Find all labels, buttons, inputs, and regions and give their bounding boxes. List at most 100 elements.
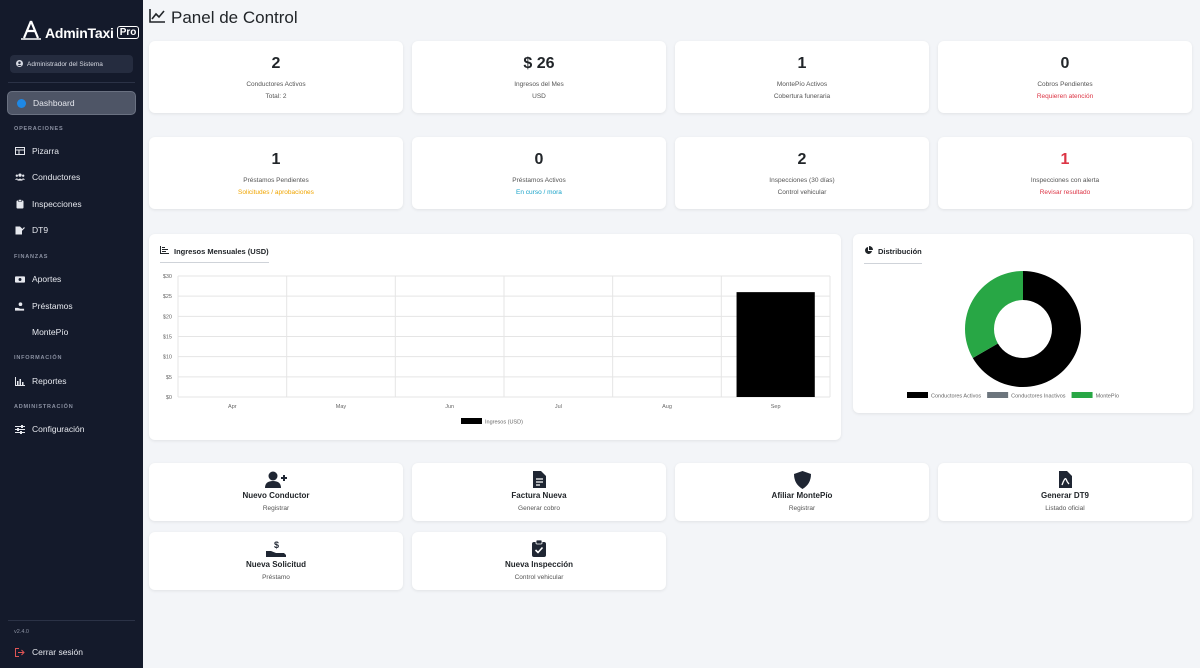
stat-card-inspecciones-alerta[interactable]: 1 Inspecciones con alerta Revisar result… (938, 137, 1192, 209)
user-badge[interactable]: Administrador del Sistema (10, 55, 133, 73)
hand-holding-dollar-icon (15, 301, 25, 311)
y-tick-label: $10 (163, 355, 172, 361)
x-tick-label: Jun (445, 404, 454, 410)
sidebar-item-montepio[interactable]: MontePío (7, 320, 136, 344)
file-invoice-icon (532, 471, 546, 489)
action-generar-dt9[interactable]: Generar DT9 Listado oficial (938, 463, 1192, 521)
bar-sep (736, 292, 815, 397)
chart-line-icon (149, 8, 165, 28)
user-plus-icon (265, 471, 287, 489)
action-sub: Registrar (788, 505, 816, 512)
stat-label: Inspecciones (30 días) (769, 177, 835, 184)
section-operaciones: OPERACIONES (14, 126, 64, 132)
action-sub: Préstamo (262, 574, 290, 581)
page-title-text: Panel de Control (171, 8, 298, 27)
stat-sub: Solicitudes / aprobaciones (238, 189, 314, 196)
stat-label: Préstamos Activos (512, 177, 566, 184)
stat-value: $ 26 (523, 55, 555, 72)
stat-value: 1 (797, 55, 807, 72)
stat-label: Ingresos del Mes (514, 81, 564, 88)
legend-swatch (987, 392, 1009, 398)
x-tick-label: Sep (771, 404, 781, 410)
sidebar-item-aportes[interactable]: Aportes (7, 267, 136, 291)
action-nuevo-conductor[interactable]: Nuevo Conductor Registrar (149, 463, 403, 521)
clipboard-icon (15, 199, 25, 209)
sidebar-item-label: Préstamos (32, 301, 73, 311)
section-administracion: ADMINISTRACIÓN (14, 404, 74, 410)
legend-swatch (1071, 392, 1093, 398)
stat-value: 0 (534, 151, 544, 168)
stat-label: Conductores Activos (246, 81, 306, 88)
clipboard-check-icon (532, 539, 546, 558)
app-logo[interactable]: AdminTaxi Pro (20, 20, 140, 45)
money-bill-icon (15, 274, 25, 284)
chart-line-icon (15, 376, 25, 386)
stat-card-prestamos-activos[interactable]: 0 Préstamos Activos En curso / mora (412, 137, 666, 209)
stat-value: 1 (1060, 151, 1070, 168)
stat-value: 2 (797, 151, 807, 168)
sliders-icon (15, 424, 25, 434)
logo-badge: Pro (116, 26, 140, 39)
action-sub: Registrar (262, 505, 290, 512)
sidebar-item-dashboard[interactable]: Dashboard (7, 91, 136, 115)
file-pdf-icon (1058, 471, 1072, 489)
y-tick-label: $20 (163, 314, 172, 320)
logout-icon (15, 647, 25, 657)
action-factura-nueva[interactable]: Factura Nueva Generar cobro (412, 463, 666, 521)
section-finanzas: FINANZAS (14, 254, 49, 260)
legend-swatch (461, 418, 482, 424)
sidebar-item-reportes[interactable]: Reportes (7, 369, 136, 393)
y-tick-label: $25 (163, 294, 172, 300)
sidebar-item-pizarra[interactable]: Pizarra (7, 139, 136, 163)
action-title: Afiliar MontePío (771, 491, 833, 500)
action-title: Nueva Inspección (504, 560, 574, 569)
stat-card-montepio-activos[interactable]: 1 MontePío Activos Cobertura funeraria (675, 41, 929, 113)
sidebar-item-label: Dashboard (33, 98, 75, 108)
action-afiliar-montepio[interactable]: Afiliar MontePío Registrar (675, 463, 929, 521)
stat-card-ingresos-mes[interactable]: $ 26 Ingresos del Mes USD (412, 41, 666, 113)
svg-text:$: $ (274, 540, 279, 550)
legend-label: Conductores Activos (931, 394, 981, 400)
page-title: Panel de Control (149, 8, 298, 28)
sidebar-item-label: Aportes (32, 274, 62, 284)
sidebar-divider (8, 82, 135, 83)
logout-button[interactable]: Cerrar sesión (7, 640, 136, 664)
stat-card-cobros-pendientes[interactable]: 0 Cobros Pendientes Requieren atención (938, 41, 1192, 113)
sidebar-item-prestamos[interactable]: Préstamos (7, 294, 136, 318)
montepio-icon (15, 327, 25, 337)
legend-label: Conductores Inactivos (1011, 394, 1066, 400)
stat-label: Inspecciones con alerta (1030, 177, 1100, 184)
x-tick-label: Aug (662, 404, 672, 410)
stat-card-inspecciones-30[interactable]: 2 Inspecciones (30 días) Control vehicul… (675, 137, 929, 209)
action-sub: Generar cobro (518, 505, 560, 512)
distribution-donut-chart: Conductores Activos Conductores Inactivos… (907, 271, 1119, 400)
x-tick-label: Jul (555, 404, 562, 410)
action-nueva-solicitud[interactable]: $ Nueva Solicitud Préstamo (149, 532, 403, 590)
sidebar-item-configuracion[interactable]: Configuración (7, 417, 136, 441)
slice-2 (965, 271, 1023, 358)
stat-label: MontePío Activos (776, 81, 828, 88)
action-nueva-inspeccion[interactable]: Nueva Inspección Control vehicular (412, 532, 666, 590)
stat-label: Cobros Pendientes (1037, 81, 1093, 88)
sidebar-item-conductores[interactable]: Conductores (7, 165, 136, 189)
hand-holding-dollar-icon: $ (266, 540, 286, 558)
action-sub: Listado oficial (1045, 505, 1085, 512)
stat-card-prestamos-pendientes[interactable]: 1 Préstamos Pendientes Solicitudes / apr… (149, 137, 403, 209)
sidebar-item-label: DT9 (32, 225, 49, 235)
sidebar-item-inspecciones[interactable]: Inspecciones (7, 192, 136, 216)
sidebar-item-label: MontePío (32, 327, 69, 337)
action-sub: Control vehicular (514, 574, 564, 581)
logo-text: AdminTaxi (45, 24, 114, 41)
action-title: Nueva Solicitud (245, 560, 306, 569)
sidebar-item-dt9[interactable]: DT9 (7, 218, 136, 242)
y-tick-label: $0 (166, 395, 172, 401)
logout-label: Cerrar sesión (32, 647, 84, 657)
stat-card-conductores-activos[interactable]: 2 Conductores Activos Total: 2 (149, 41, 403, 113)
stat-sub: Revisar resultado (1039, 189, 1091, 196)
sidebar: AdminTaxi Pro Administrador del Sistema … (0, 0, 143, 668)
stat-sub: USD (532, 93, 546, 100)
section-informacion: INFORMACIÓN (14, 355, 63, 361)
sidebar-item-label: Configuración (32, 424, 85, 434)
stat-value: 0 (1060, 55, 1070, 72)
legend-label: Ingresos (USD) (485, 420, 523, 426)
